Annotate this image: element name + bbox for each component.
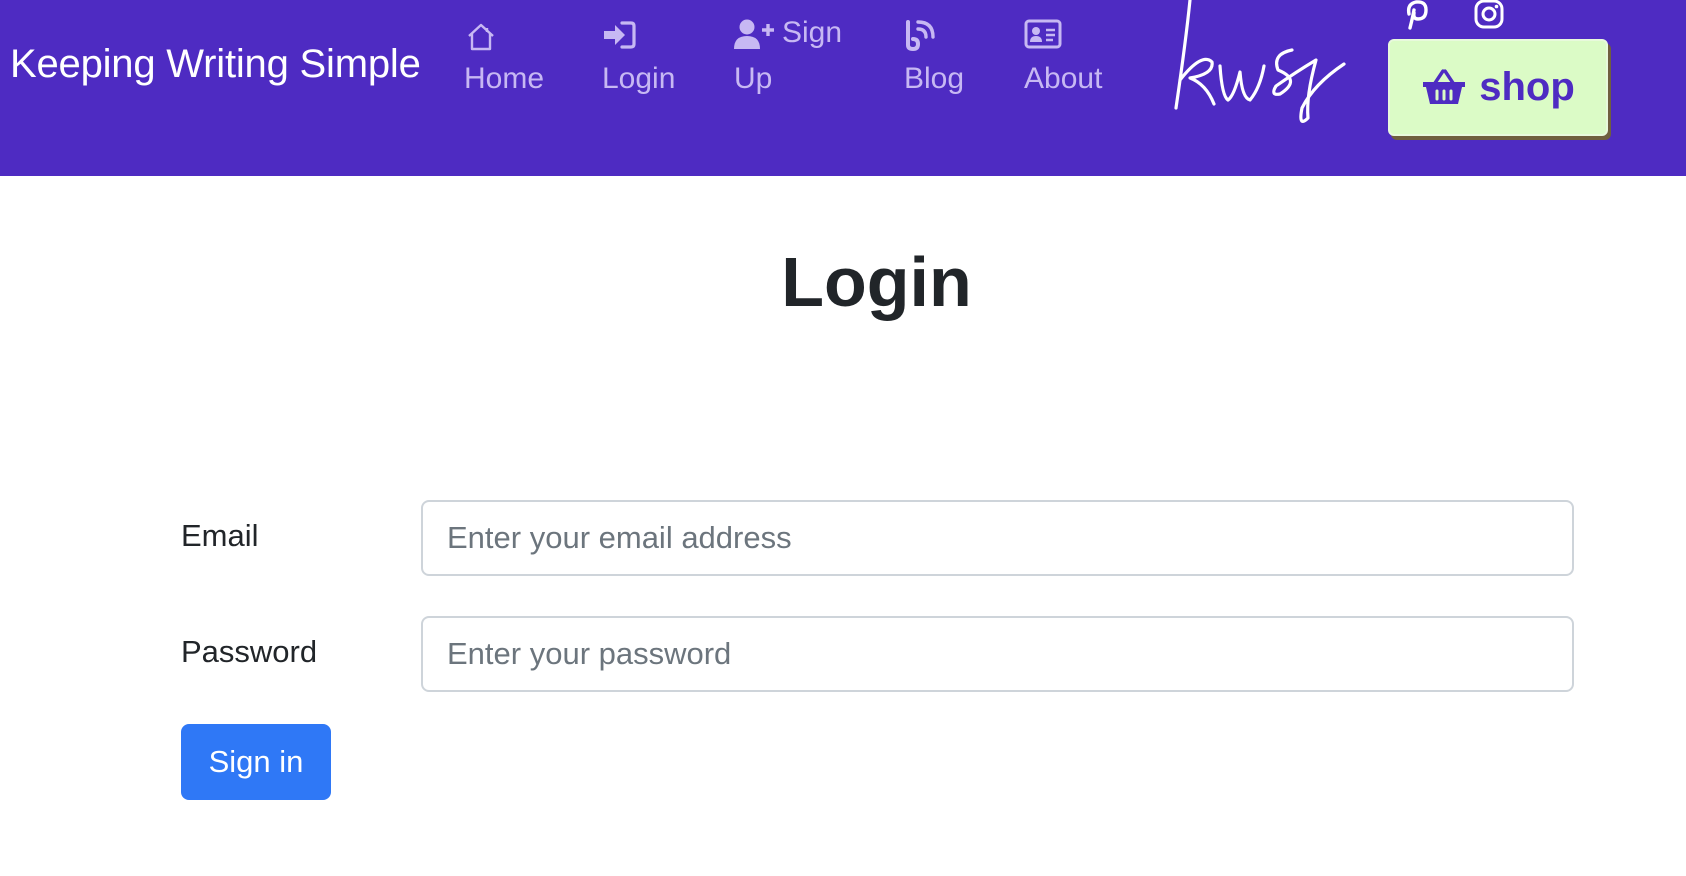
email-field[interactable]: [421, 500, 1574, 576]
basket-icon: [1421, 68, 1467, 107]
shop-button[interactable]: shop: [1388, 39, 1608, 136]
password-label: Password: [181, 634, 318, 669]
password-field[interactable]: [421, 616, 1574, 692]
brand-link[interactable]: Keeping Writing Simple: [10, 42, 421, 87]
nav-home-label: Home: [464, 62, 545, 95]
nav-blog-label: Blog: [904, 62, 965, 95]
nav-about-label: About: [1024, 62, 1103, 95]
top-navbar: Keeping Writing Simple Home Login Sign U…: [0, 0, 1686, 176]
nav-home[interactable]: Home: [464, 16, 544, 102]
id-card-icon: [1024, 16, 1102, 56]
pinterest-icon[interactable]: [1399, 0, 1433, 34]
email-label: Email: [181, 518, 259, 553]
kws-logo[interactable]: [1168, 0, 1348, 130]
nav-signup[interactable]: Sign Up: [734, 10, 874, 102]
page-title: Login: [781, 243, 972, 321]
nav-login[interactable]: Login: [602, 16, 675, 102]
instagram-icon[interactable]: [1472, 0, 1506, 34]
nav-signup-label-line2: Up: [734, 62, 773, 95]
home-icon: [464, 16, 544, 56]
nav-login-label: Login: [602, 62, 676, 95]
nav-signup-label-line1: Sign: [782, 16, 843, 49]
nav-about[interactable]: About: [1024, 16, 1102, 102]
nav-blog[interactable]: Blog: [904, 16, 964, 102]
sign-in-button[interactable]: Sign in: [181, 724, 331, 800]
rss-icon: [904, 16, 964, 56]
login-icon: [602, 16, 675, 56]
user-plus-icon: [734, 18, 776, 50]
shop-button-label: shop: [1479, 65, 1575, 109]
